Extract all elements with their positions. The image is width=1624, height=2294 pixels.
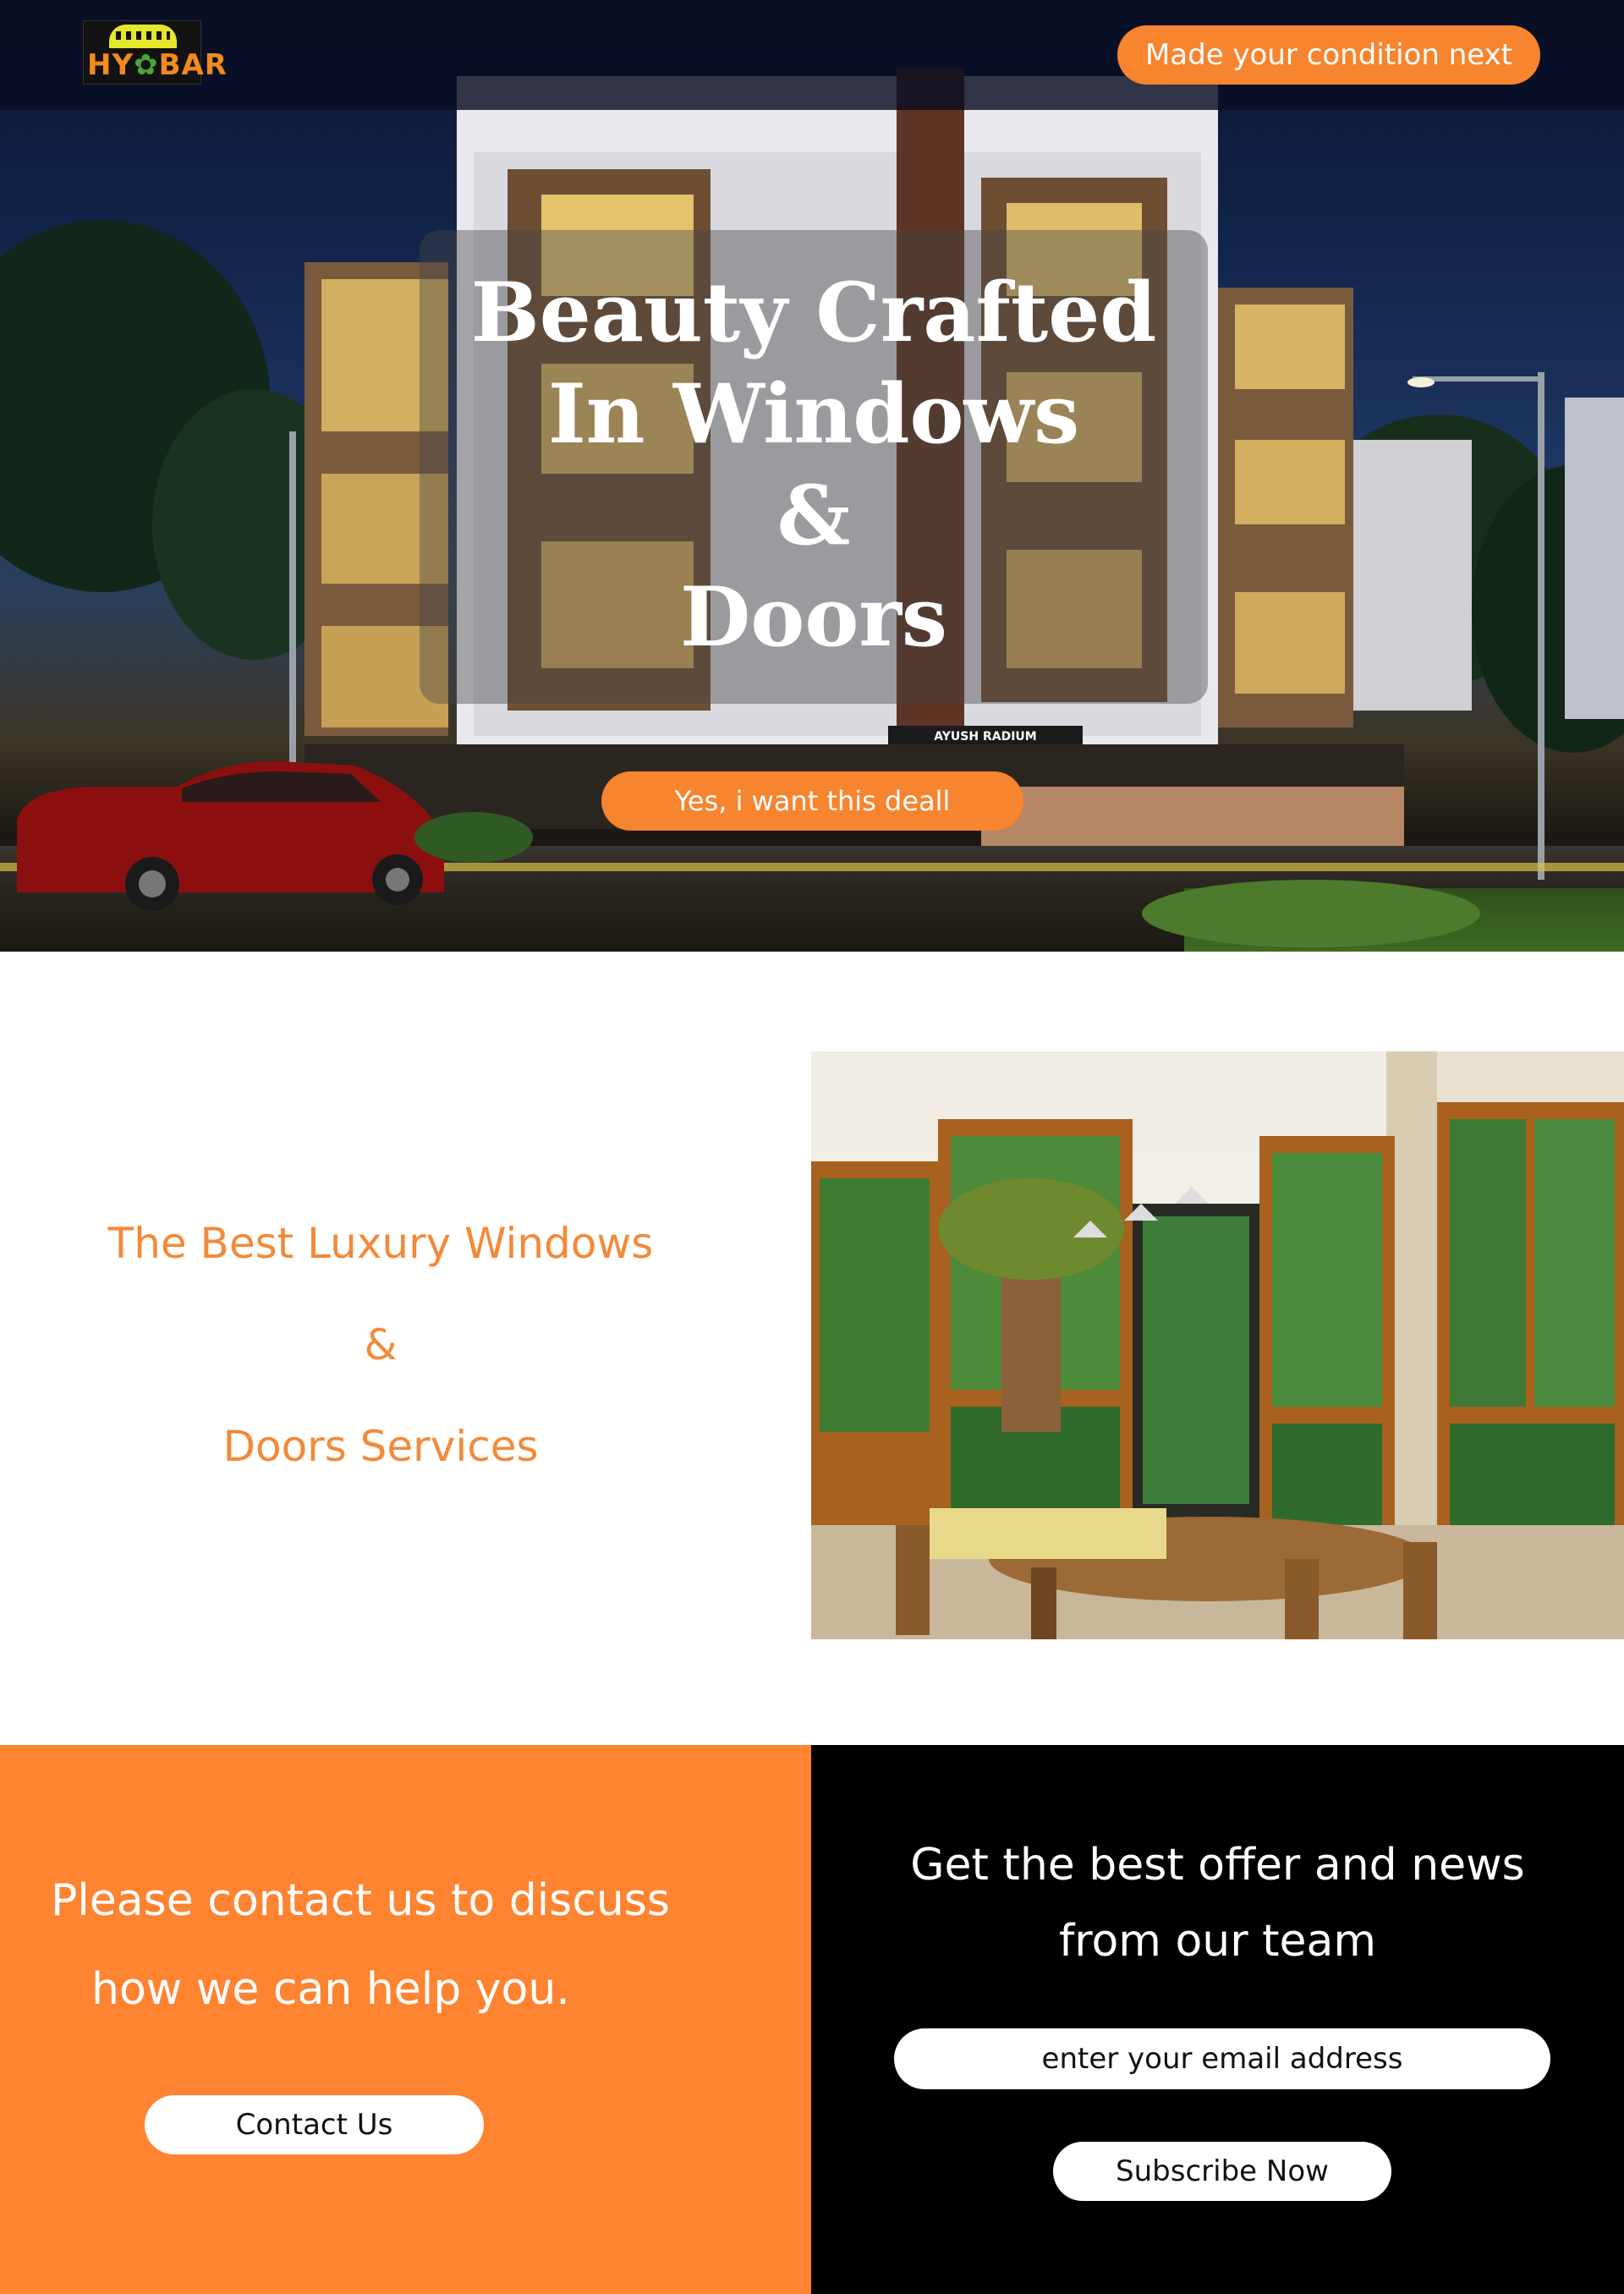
building-sign: AYUSH RADIUM: [934, 730, 1036, 744]
hero-section: AYUSH RADIUM HY✿BAR Made your condition …: [0, 0, 1624, 952]
hero-title-line: Doors: [680, 569, 947, 665]
logo-roof-graphic: [109, 25, 177, 48]
newsletter-heading: Get the best offer and news from our tea…: [811, 1827, 1624, 1979]
hero-title-line: In Windows: [547, 366, 1080, 462]
hero-title: Beauty Crafted In Windows & Doors: [420, 262, 1208, 668]
brand-logo[interactable]: HY✿BAR: [83, 20, 227, 85]
feature-heading: The Best Luxury Windows & Doors Services: [0, 1193, 761, 1497]
header-cta-button[interactable]: Made your condition next: [1117, 25, 1540, 85]
subscribe-button[interactable]: Subscribe Now: [1053, 2142, 1391, 2201]
logo-wordmark: HY✿BAR: [87, 48, 227, 82]
hero-title-line: Beauty Crafted: [470, 265, 1157, 360]
hero-cta-button[interactable]: Yes, i want this deall: [601, 771, 1023, 831]
feature-line: &: [364, 1320, 398, 1369]
logo-text-left: HY: [87, 48, 134, 82]
feature-line: Doors Services: [222, 1422, 539, 1471]
newsletter-line: Get the best offer and news: [910, 1840, 1525, 1891]
email-input[interactable]: [894, 2028, 1550, 2089]
interior-windows-photo: [811, 1051, 1624, 1639]
logo-text-right: BAR: [158, 48, 228, 82]
contact-line: Please contact us to discuss: [51, 1875, 670, 1926]
newsletter-line: from our team: [1058, 1916, 1377, 1967]
hero-title-line: &: [776, 468, 851, 563]
feature-line: The Best Luxury Windows: [107, 1219, 654, 1268]
contact-us-button[interactable]: Contact Us: [145, 2095, 484, 2154]
leaf-icon: ✿: [134, 48, 159, 82]
contact-message: Please contact us to discuss how we can …: [51, 1857, 778, 2034]
contact-line: how we can help you.: [91, 1964, 570, 2015]
